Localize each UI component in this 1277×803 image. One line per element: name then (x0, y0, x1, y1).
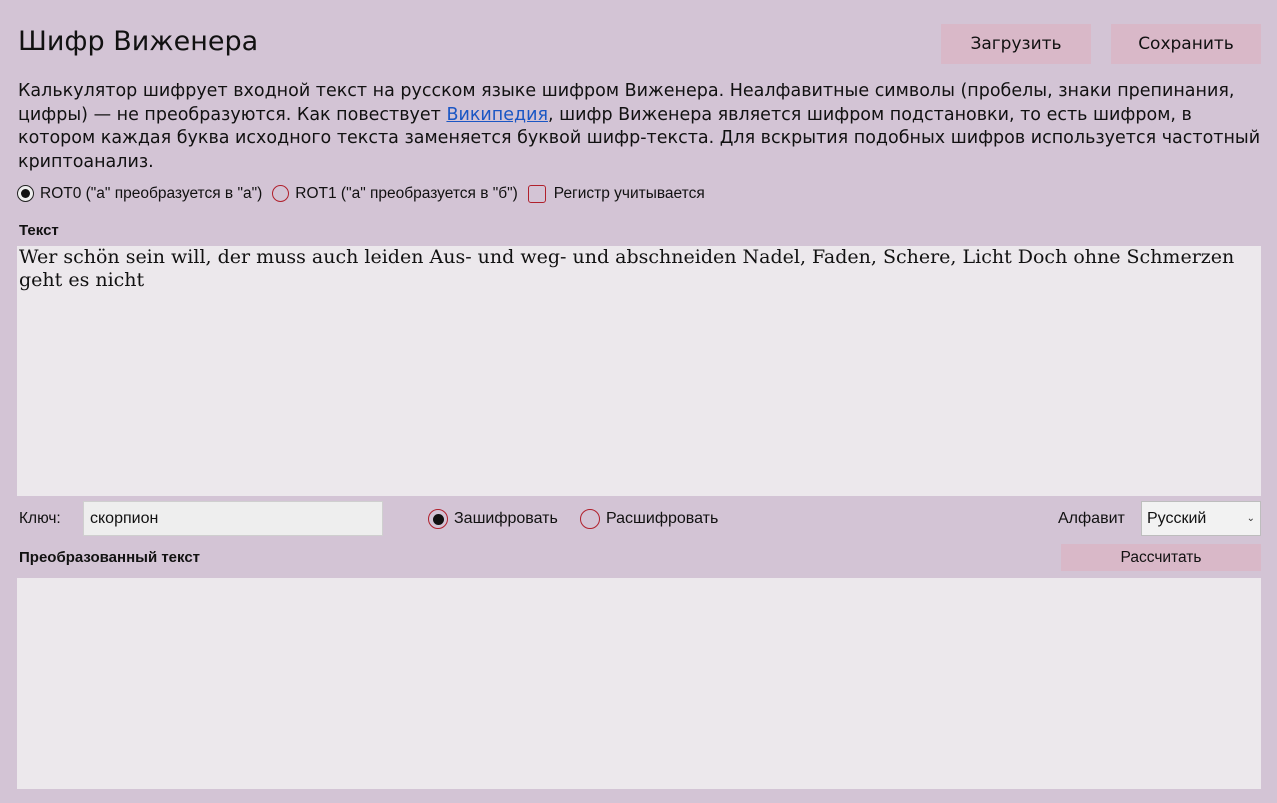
encrypt-option[interactable]: Зашифровать (428, 509, 558, 529)
chevron-down-icon: ⌄ (1246, 513, 1255, 524)
radio-selected-dot (21, 189, 30, 198)
vigenere-calculator: Шифр Виженера Загрузить Сохранить Кальку… (0, 0, 1277, 803)
load-button[interactable]: Загрузить (941, 24, 1091, 64)
cipher-options: ROT0 ("а" преобразуется в "а") ROT1 ("а"… (17, 183, 715, 204)
encrypt-radio[interactable] (428, 509, 448, 529)
rot0-option[interactable]: ROT0 ("а" преобразуется в "а") (17, 185, 262, 203)
input-textarea[interactable]: Wer schön sein will, der muss auch leide… (17, 246, 1261, 496)
alphabet-label: Алфавит (1058, 510, 1125, 527)
rot0-label: ROT0 ("а" преобразуется в "а") (40, 184, 263, 202)
wikipedia-link[interactable]: Википедия (446, 105, 548, 125)
input-text-label: Текст (19, 222, 59, 239)
output-textarea[interactable] (17, 578, 1261, 789)
rot0-radio[interactable] (17, 185, 34, 202)
decrypt-radio[interactable] (580, 509, 600, 529)
alphabet-select[interactable]: Русский ⌄ (1141, 501, 1261, 536)
description: Калькулятор шифрует входной текст на рус… (18, 80, 1263, 174)
output-text-label: Преобразованный текст (19, 549, 201, 566)
case-sensitive-option[interactable]: Регистр учитывается (527, 184, 705, 203)
alphabet-selected-value: Русский (1147, 509, 1207, 527)
calculate-button[interactable]: Рассчитать (1061, 544, 1261, 571)
key-input[interactable]: скорпион (83, 501, 383, 536)
key-label: Ключ: (19, 510, 61, 527)
decrypt-option[interactable]: Расшифровать (580, 509, 718, 529)
rot1-option[interactable]: ROT1 ("а" преобразуется в "б") (272, 185, 518, 203)
case-sensitive-checkbox[interactable] (527, 184, 546, 203)
page-title: Шифр Виженера (18, 26, 259, 57)
save-button[interactable]: Сохранить (1111, 24, 1261, 64)
radio-selected-dot (432, 513, 444, 525)
encrypt-label: Зашифровать (454, 510, 558, 527)
rot1-label: ROT1 ("а" преобразуется в "б") (295, 184, 518, 202)
case-sensitive-label: Регистр учитывается (553, 184, 705, 202)
decrypt-label: Расшифровать (606, 510, 719, 527)
rot1-radio[interactable] (272, 185, 290, 202)
